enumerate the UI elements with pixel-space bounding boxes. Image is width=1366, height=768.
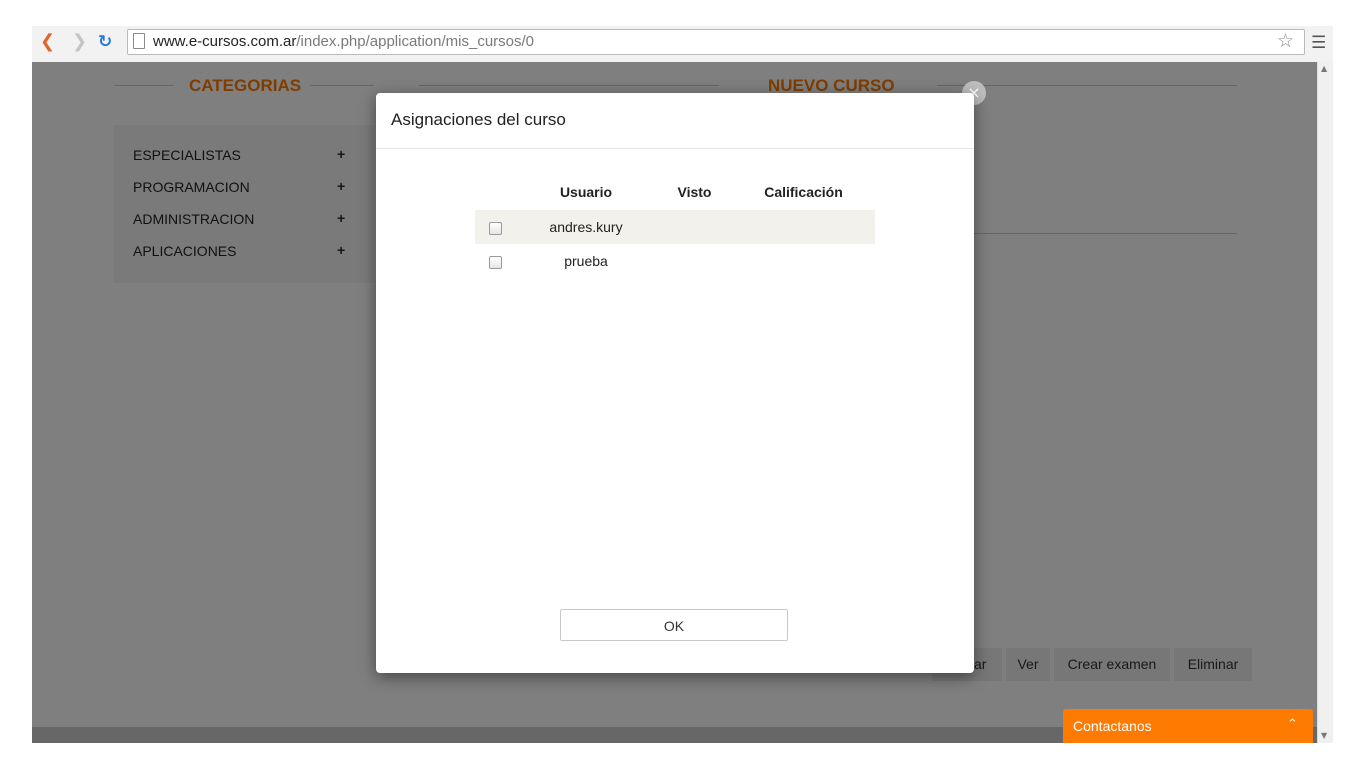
chevron-up-icon[interactable]: ⌃ (1287, 717, 1298, 732)
url-path: /index.php/application/mis_cursos/0 (296, 33, 535, 50)
column-header-calificacion: Calificación (764, 184, 843, 200)
visto-cell (657, 244, 732, 278)
dialog-title: Asignaciones del curso (391, 110, 566, 129)
user-cell: andres.kury (515, 210, 657, 244)
vertical-scrollbar[interactable]: ▲ ▼ (1317, 62, 1333, 743)
column-header-user: Usuario (559, 184, 613, 200)
bookmark-star-icon[interactable]: ☆ (1277, 29, 1294, 53)
row-checkbox[interactable] (488, 221, 502, 235)
row-checkbox[interactable] (488, 255, 502, 269)
contact-label: Contactanos (1073, 718, 1152, 734)
assignments-dialog: Asignaciones del curso Usuario Visto Cal… (376, 93, 974, 673)
forward-icon[interactable]: ❯ (72, 32, 87, 52)
column-header-visto: Visto (677, 184, 712, 200)
row-checkbox-cell (475, 244, 515, 278)
scroll-down-icon[interactable]: ▼ (1321, 731, 1327, 740)
back-icon[interactable]: ❮ (40, 32, 55, 52)
table-header-row: Usuario Visto Calificación (475, 174, 875, 210)
table-row: andres.kury (475, 210, 875, 244)
address-bar[interactable]: www.e-cursos.com.ar/index.php/applicatio… (127, 29, 1305, 55)
row-checkbox-cell (475, 210, 515, 244)
visto-cell (657, 210, 732, 244)
menu-icon[interactable]: ☰ (1311, 33, 1326, 53)
user-cell: prueba (564, 253, 608, 269)
ok-button[interactable]: OK (560, 609, 788, 641)
reload-icon[interactable]: ↻ (98, 32, 112, 52)
assignments-table: Usuario Visto Calificación andres.kury p… (475, 174, 875, 278)
page-icon (133, 33, 145, 49)
calificacion-cell (732, 210, 875, 244)
select-column-header (475, 174, 515, 210)
browser-toolbar: ❮ ❯ ↻ www.e-cursos.com.ar/index.php/appl… (32, 26, 1333, 63)
calificacion-cell (732, 244, 875, 278)
url-host: www.e-cursos.com.ar (153, 33, 297, 50)
contact-widget[interactable]: Contactanos ⌃ (1063, 709, 1313, 743)
scroll-up-icon[interactable]: ▲ (1321, 64, 1327, 73)
dialog-header: Asignaciones del curso (376, 93, 974, 149)
url-text: www.e-cursos.com.ar/index.php/applicatio… (153, 33, 534, 51)
table-row: prueba (475, 244, 875, 278)
